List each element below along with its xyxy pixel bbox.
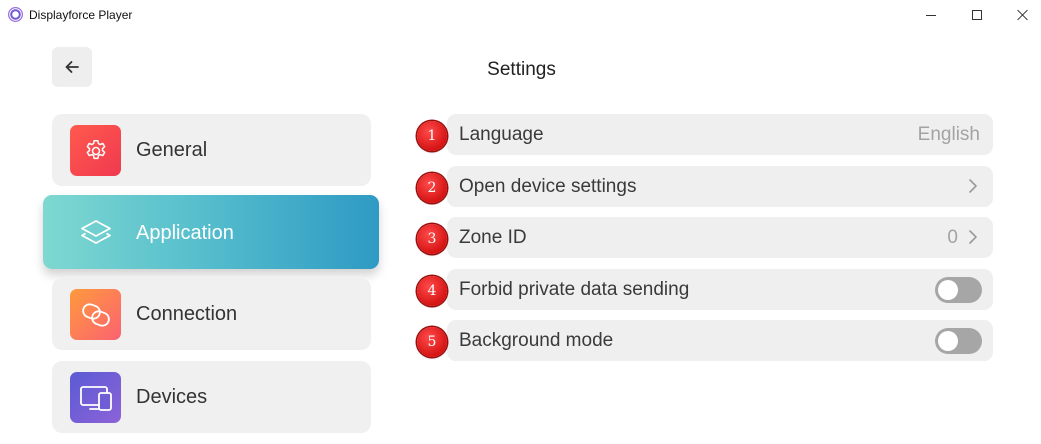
sidebar-item-label: Application	[136, 222, 234, 244]
chevron-right-icon	[969, 230, 977, 244]
monitor-tablet-icon	[79, 385, 112, 411]
row-label: Background mode	[459, 330, 614, 351]
step-badge: 2	[417, 173, 447, 203]
sidebar-item-label: Devices	[136, 386, 208, 408]
open-device-settings-row[interactable]: Open device settings	[447, 166, 993, 207]
sidebar-item-devices[interactable]: Devices	[52, 361, 371, 433]
forbid-private-data-row: Forbid private data sending	[447, 269, 993, 310]
row-label: Zone ID	[459, 227, 527, 248]
language-value: English	[917, 124, 980, 145]
background-mode-toggle[interactable]	[935, 328, 982, 354]
maximize-icon	[972, 10, 982, 20]
close-icon	[1017, 9, 1029, 21]
layers-icon	[80, 219, 111, 244]
gear-icon	[86, 139, 105, 159]
app-logo-icon	[8, 7, 23, 22]
language-row[interactable]: Language English	[447, 114, 993, 155]
application-tile	[70, 207, 121, 258]
forbid-private-data-toggle[interactable]	[935, 277, 982, 303]
link-icon	[81, 302, 110, 327]
step-badge: 5	[417, 327, 447, 357]
zone-id-value: 0	[947, 227, 958, 248]
background-mode-row: Background mode	[447, 320, 993, 361]
zone-id-row[interactable]: Zone ID 0	[447, 217, 993, 258]
sidebar-item-general[interactable]: General	[52, 114, 371, 186]
row-label: Language	[459, 124, 544, 145]
page-title: Settings	[487, 59, 556, 80]
sidebar-item-application[interactable]: Application	[43, 195, 379, 269]
toggle-knob	[938, 331, 958, 351]
step-badge: 4	[417, 276, 447, 306]
connection-tile	[70, 289, 121, 340]
sidebar-item-label: General	[136, 139, 208, 161]
window-title: Displayforce Player	[29, 8, 133, 22]
minimize-icon	[926, 14, 936, 16]
devices-tile	[70, 372, 121, 423]
step-badge: 1	[417, 121, 447, 151]
chevron-right-icon	[969, 179, 977, 193]
minimize-button[interactable]	[908, 0, 954, 30]
sidebar-item-label: Connection	[136, 303, 238, 325]
row-label: Forbid private data sending	[459, 279, 690, 300]
row-label: Open device settings	[459, 176, 637, 197]
general-tile	[70, 125, 121, 176]
window-titlebar: Displayforce Player	[0, 0, 1041, 30]
toggle-knob	[938, 280, 958, 300]
sidebar-item-connection[interactable]: Connection	[52, 278, 371, 350]
maximize-button[interactable]	[954, 0, 1000, 30]
close-button[interactable]	[1000, 0, 1041, 30]
step-badge: 3	[417, 224, 447, 254]
